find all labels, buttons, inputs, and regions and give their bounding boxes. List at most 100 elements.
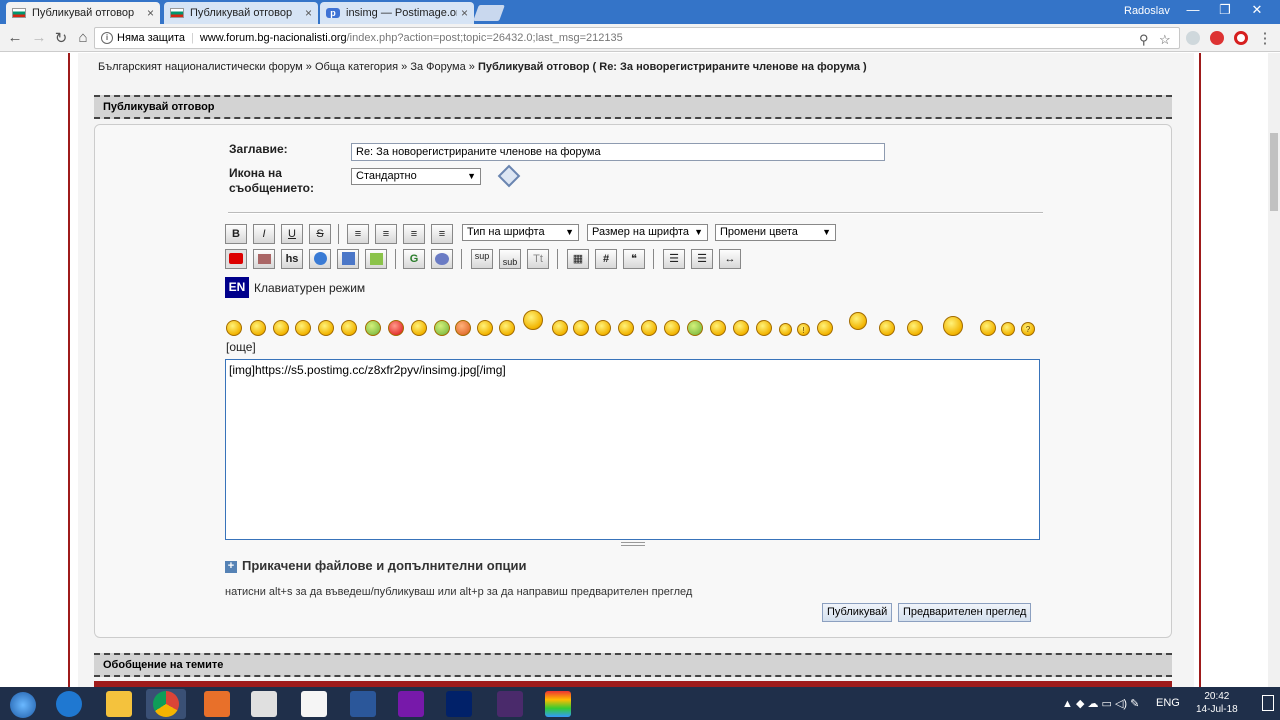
- smiley-icon[interactable]: [849, 312, 867, 330]
- subscript-button[interactable]: sub: [499, 249, 521, 269]
- new-tab-button[interactable]: [473, 5, 505, 21]
- start-button-icon[interactable]: [10, 692, 36, 718]
- italic-button[interactable]: I: [253, 224, 275, 244]
- angel-smiley-icon[interactable]: [341, 320, 357, 336]
- info-icon[interactable]: i: [101, 32, 113, 45]
- back-icon[interactable]: ←: [6, 29, 24, 46]
- zoom-icon[interactable]: ⚲: [1139, 30, 1149, 50]
- close-tab-icon[interactable]: ×: [147, 6, 154, 20]
- dancing-smiley-icon[interactable]: [943, 316, 963, 336]
- page-scrollbar[interactable]: [1268, 53, 1280, 687]
- close-tab-icon[interactable]: ×: [461, 6, 468, 20]
- smiley-icon[interactable]: [595, 320, 611, 336]
- close-tab-icon[interactable]: ×: [305, 6, 312, 20]
- sick-smiley-icon[interactable]: [365, 320, 381, 336]
- strike-button[interactable]: S: [309, 224, 331, 244]
- wink-smiley-icon[interactable]: [980, 320, 996, 336]
- image-insert-icon[interactable]: [365, 249, 387, 269]
- clock[interactable]: 20:42 14-Jul-18: [1196, 690, 1238, 716]
- smiley-icon[interactable]: [226, 320, 242, 336]
- minimize-button[interactable]: —: [1178, 2, 1208, 17]
- bookmark-star-icon[interactable]: ☆: [1159, 30, 1171, 50]
- teletype-button[interactable]: Tt: [527, 249, 549, 269]
- edge-icon[interactable]: [56, 691, 82, 717]
- definition-icon[interactable]: [431, 249, 453, 269]
- more-smileys-link[interactable]: [още]: [226, 340, 256, 354]
- chrome-taskbar-item[interactable]: [146, 689, 186, 719]
- align-left-icon[interactable]: ≡: [347, 224, 369, 244]
- forward-icon[interactable]: →: [30, 29, 48, 46]
- quote-icon[interactable]: ❝: [623, 249, 645, 269]
- browser-tab-1[interactable]: Публикувай отговор ×: [6, 2, 160, 24]
- smiley-icon[interactable]: [477, 320, 493, 336]
- police-smiley-icon[interactable]: [573, 320, 589, 336]
- message-textarea[interactable]: [img]https://s5.postimg.cc/z8xfr2pyv/ins…: [225, 359, 1040, 540]
- align-right-icon[interactable]: ≡: [431, 224, 453, 244]
- file-explorer-icon[interactable]: [106, 691, 132, 717]
- font-size-select[interactable]: Размер на шрифта ▼: [587, 224, 708, 241]
- opera-icon[interactable]: [1234, 31, 1248, 45]
- crying-smiley-icon[interactable]: [411, 320, 427, 336]
- reload-icon[interactable]: ↻: [52, 29, 70, 47]
- address-bar[interactable]: i Няма защита | www.forum.bg-nacionalisti.o…: [94, 27, 1180, 49]
- youtube-icon[interactable]: [225, 249, 247, 269]
- smiley-icon[interactable]: [295, 320, 311, 336]
- resize-grip-icon[interactable]: [621, 542, 645, 546]
- google-search-button[interactable]: G: [403, 249, 425, 269]
- angry-smiley-icon[interactable]: [388, 320, 404, 336]
- align-justify-icon[interactable]: ≡: [375, 224, 397, 244]
- maximize-button[interactable]: ❐: [1210, 2, 1240, 18]
- wink-smiley-icon[interactable]: [779, 323, 792, 336]
- app-icon[interactable]: [497, 691, 523, 717]
- attachments-toggle[interactable]: + Прикачени файлове и допълнителни опции: [225, 558, 527, 573]
- uk-flag-icon[interactable]: [446, 691, 472, 717]
- sick-smiley-icon[interactable]: [434, 320, 450, 336]
- browser-tab-3[interactable]: p insimg — Postimage.org ×: [320, 2, 474, 24]
- question-smiley-icon[interactable]: ?: [1021, 322, 1035, 336]
- smiley-icon[interactable]: [907, 320, 923, 336]
- keyboard-lang-badge[interactable]: EN: [225, 277, 249, 298]
- globe-link-icon[interactable]: [309, 249, 331, 269]
- smiley-icon[interactable]: [1001, 322, 1015, 336]
- smiley-icon[interactable]: [756, 320, 772, 336]
- profile-name[interactable]: Radoslav: [1124, 5, 1170, 17]
- smiley-icon[interactable]: [664, 320, 680, 336]
- numbered-list-icon[interactable]: ☰: [691, 249, 713, 269]
- word-icon[interactable]: [350, 691, 376, 717]
- close-window-button[interactable]: ✕: [1242, 2, 1272, 18]
- smiley-icon[interactable]: [817, 320, 833, 336]
- expand-plus-icon[interactable]: +: [225, 561, 237, 573]
- devil-smiley-icon[interactable]: [455, 320, 471, 336]
- browser-tab-2[interactable]: Публикувай отговор ×: [164, 2, 318, 24]
- horizontal-rule-icon[interactable]: ↔: [719, 249, 741, 269]
- post-button[interactable]: Публикувай: [822, 603, 893, 622]
- keyboard-mode-label[interactable]: Клавиатурен режим: [254, 281, 365, 295]
- breadcrumb-link[interactable]: Обща категория: [315, 61, 398, 73]
- adblock-icon[interactable]: [1210, 31, 1224, 45]
- subject-input[interactable]: [351, 143, 885, 161]
- exclamation-smiley-icon[interactable]: !: [797, 323, 810, 336]
- smiley-icon[interactable]: [250, 320, 266, 336]
- laughing-smiley-icon[interactable]: [523, 310, 543, 330]
- sick-smiley-icon[interactable]: [687, 320, 703, 336]
- highslide-button[interactable]: hs: [281, 249, 303, 269]
- cool-smiley-icon[interactable]: [552, 320, 568, 336]
- table-icon[interactable]: ▦: [567, 249, 589, 269]
- color-select[interactable]: Промени цвета ▼: [715, 224, 836, 241]
- tongue-smiley-icon[interactable]: [499, 320, 515, 336]
- bullet-list-icon[interactable]: ☰: [663, 249, 685, 269]
- font-face-select[interactable]: Тип на шрифта ▼: [462, 224, 579, 241]
- home-icon[interactable]: ⌂: [74, 29, 92, 46]
- smiley-icon[interactable]: [710, 320, 726, 336]
- smiley-icon[interactable]: [879, 320, 895, 336]
- underline-button[interactable]: U: [281, 224, 303, 244]
- onenote-icon[interactable]: [398, 691, 424, 717]
- email-link-icon[interactable]: [337, 249, 359, 269]
- surprised-smiley-icon[interactable]: [733, 320, 749, 336]
- notifications-icon[interactable]: [1262, 695, 1274, 711]
- scrollbar-thumb[interactable]: [1270, 133, 1278, 211]
- breadcrumb-link[interactable]: Българският националистически форум: [98, 61, 303, 73]
- notepad-icon[interactable]: [301, 691, 327, 717]
- app-icon[interactable]: [545, 691, 571, 717]
- menu-icon[interactable]: ⋮: [1256, 29, 1274, 47]
